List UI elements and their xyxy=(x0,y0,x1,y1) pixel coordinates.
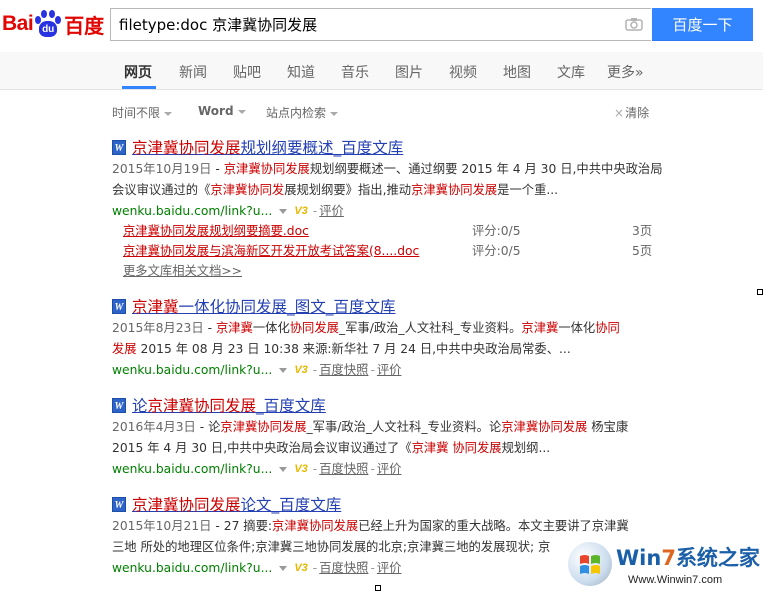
search-result: W 京津冀协同发展规划纲要概述_百度文库 2015年10月19日 - 京津冀协同… xyxy=(112,136,672,281)
tab-news[interactable]: 新闻 xyxy=(179,62,207,82)
search-result: W 论京津冀协同发展_百度文库 2016年4月3日 - 论京津冀协同发展_军事/… xyxy=(112,394,672,479)
doc-score: 评分:0/5 xyxy=(472,224,521,238)
search-result: W 京津冀一体化协同发展_图文_百度文库 2015年8月23日 - 京津冀一体化… xyxy=(112,295,672,380)
result-url: wenku.baidu.com/link?u... V3 - 百度快照 - 评价 xyxy=(112,459,672,479)
close-icon: × xyxy=(614,106,625,120)
snapshot-link[interactable]: 百度快照 xyxy=(319,459,368,479)
chevron-down-icon[interactable] xyxy=(279,367,288,373)
logo-text-du: du xyxy=(39,21,58,37)
search-button[interactable]: 百度一下 xyxy=(652,8,753,41)
related-doc-link[interactable]: 京津冀协同发展与滨海新区开发开放考试答案(8....doc xyxy=(123,241,419,259)
watermark-url: Www.Winwin7.com xyxy=(628,574,723,586)
related-doc-row: 京津冀协同发展规划纲要摘要.doc 评分:0/5 3页 xyxy=(112,221,672,241)
tab-webpage[interactable]: 网页 xyxy=(124,62,152,82)
v3-badge-icon: V3 xyxy=(294,463,308,475)
doc-pages: 5页 xyxy=(632,244,653,258)
tab-images[interactable]: 图片 xyxy=(395,62,423,82)
result-title[interactable]: W 京津冀协同发展规划纲要概述_百度文库 xyxy=(112,136,672,158)
nav-tabs: 网页 新闻 贴吧 知道 音乐 图片 视频 地图 文库 更多» xyxy=(0,52,763,90)
v3-badge-icon: V3 xyxy=(294,364,308,376)
word-doc-icon: W xyxy=(112,139,126,155)
more-docs-link[interactable]: 更多文库相关文档>> xyxy=(112,261,672,281)
chevron-down-icon[interactable] xyxy=(279,466,288,472)
result-title[interactable]: W 京津冀一体化协同发展_图文_百度文库 xyxy=(112,295,672,317)
search-box xyxy=(110,8,651,41)
result-title[interactable]: W 京津冀协同发展论文_百度文库 xyxy=(112,493,672,515)
snapshot-link[interactable]: 百度快照 xyxy=(319,360,368,380)
selection-handle[interactable] xyxy=(375,585,381,591)
result-abstract: 2015年8月23日 - 京津冀一体化协同发展_军事/政治_人文社科_专业资料。… xyxy=(112,321,620,356)
word-doc-icon: W xyxy=(112,496,126,512)
snapshot-link[interactable]: 百度快照 xyxy=(319,558,368,578)
related-doc-row: 京津冀协同发展与滨海新区开发开放考试答案(8....doc 评分:0/5 5页 xyxy=(112,241,672,261)
baidu-logo[interactable]: Bai du 百度 xyxy=(2,6,104,42)
tab-tieba[interactable]: 贴吧 xyxy=(233,62,261,82)
selection-handle[interactable] xyxy=(757,289,763,295)
rate-link[interactable]: 评价 xyxy=(377,459,402,479)
tab-map[interactable]: 地图 xyxy=(503,62,531,82)
word-doc-icon: W xyxy=(112,397,126,413)
chevron-down-icon xyxy=(330,111,339,116)
active-tab-indicator xyxy=(122,86,156,89)
tab-music[interactable]: 音乐 xyxy=(341,62,369,82)
chevron-down-icon xyxy=(164,111,173,116)
paw-icon: du xyxy=(34,9,62,39)
doc-pages: 3页 xyxy=(632,224,653,238)
logo-text-cn: 百度 xyxy=(64,13,105,38)
result-url: wenku.baidu.com/link?u... V3 - 百度快照 - 评价 xyxy=(112,360,672,380)
doc-score: 评分:0/5 xyxy=(472,244,521,258)
search-filters: 时间不限 Word 站点内检索 ×清除 xyxy=(0,100,763,122)
header: Bai du 百度 百度一下 xyxy=(0,0,763,52)
site-watermark: Win7系统之家 Www.Winwin7.com xyxy=(566,538,763,596)
v3-badge-icon: V3 xyxy=(294,562,308,574)
tab-video[interactable]: 视频 xyxy=(449,62,477,82)
clear-filters-button[interactable]: ×清除 xyxy=(614,104,649,121)
rate-link[interactable]: 评价 xyxy=(377,360,402,380)
chevron-down-icon[interactable] xyxy=(279,208,288,214)
word-doc-icon: W xyxy=(112,298,126,314)
chevron-down-icon xyxy=(237,109,246,114)
v3-badge-icon: V3 xyxy=(294,205,308,217)
rate-link[interactable]: 评价 xyxy=(319,201,344,221)
result-title[interactable]: W 论京津冀协同发展_百度文库 xyxy=(112,394,672,416)
logo-text-bai: Bai xyxy=(2,12,34,35)
search-input[interactable] xyxy=(111,9,599,40)
chevron-down-icon[interactable] xyxy=(279,565,288,571)
result-url: wenku.baidu.com/link?u... V3 - 评价 xyxy=(112,201,672,221)
filter-site[interactable]: 站点内检索 xyxy=(266,104,339,121)
tab-more[interactable]: 更多» xyxy=(607,62,644,82)
watermark-title: Win7系统之家 xyxy=(616,546,760,570)
result-abstract: 2016年4月3日 - 论京津冀协同发展_军事/政治_人文社科_专业资料。论京津… xyxy=(112,420,629,455)
rate-link[interactable]: 评价 xyxy=(377,558,402,578)
related-doc-link[interactable]: 京津冀协同发展规划纲要摘要.doc xyxy=(123,221,309,239)
camera-icon[interactable] xyxy=(625,17,643,31)
result-abstract: 2015年10月19日 - 京津冀协同发展规划纲要概述一、通过纲要 2015 年… xyxy=(112,162,663,197)
tab-wenku[interactable]: 文库 xyxy=(557,62,585,82)
tab-zhidao[interactable]: 知道 xyxy=(287,62,315,82)
filter-time[interactable]: 时间不限 xyxy=(112,104,173,121)
windows-logo-icon xyxy=(568,542,612,586)
filter-filetype[interactable]: Word xyxy=(198,104,246,118)
